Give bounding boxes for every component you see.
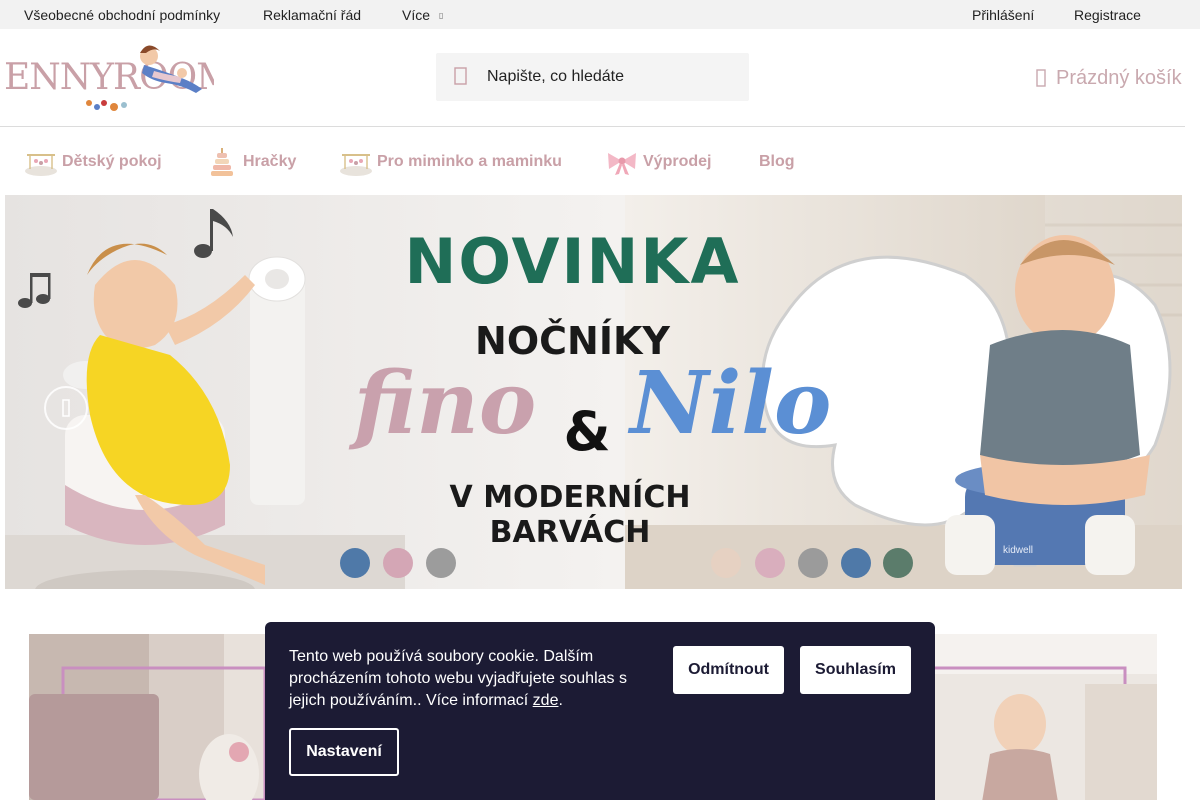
banner-headline: NOVINKA <box>404 225 741 298</box>
nav-label: Blog <box>759 153 795 170</box>
stacking-toy-icon <box>211 148 233 176</box>
nav-item-pro-miminko[interactable]: Pro miminko a maminku <box>339 147 562 177</box>
nav-item-vyprodej[interactable]: Výprodej <box>605 147 711 177</box>
main-nav: Dětský pokoj Hračky Pro miminko a mamink… <box>0 127 1185 195</box>
hero-banner[interactable]: NOVINKA NOČNÍKY fino & Nilo V MODERNÍCH … <box>5 195 1182 589</box>
cookie-more-info-link[interactable]: zde <box>533 692 559 709</box>
banner-name-nilo: Nilo <box>630 353 832 454</box>
more-menu[interactable]: Více ▯ <box>402 7 443 23</box>
color-dot <box>711 548 741 578</box>
brand-label: kidwell <box>1003 545 1034 556</box>
login-link[interactable]: Přihlášení <box>972 7 1034 23</box>
bow-icon <box>608 153 636 175</box>
cookie-decline-button[interactable]: Odmítnout <box>673 646 784 694</box>
color-dot <box>340 548 370 578</box>
promo-tile-right[interactable] <box>935 634 1157 800</box>
complaints-link[interactable]: Reklamační řád <box>263 7 361 23</box>
color-dot <box>383 548 413 578</box>
color-dot <box>883 548 913 578</box>
nav-item-blog[interactable]: Blog <box>759 147 795 177</box>
search-input[interactable] <box>487 53 737 101</box>
cookie-message: Tento web používá soubory cookie. Dalším… <box>289 646 649 712</box>
chevron-down-icon: ▯ <box>439 11 444 20</box>
cart-button[interactable]: Prázdný košík <box>1036 65 1182 91</box>
banner-ampersand: & <box>563 400 611 463</box>
carousel-next-button[interactable] <box>1136 386 1172 430</box>
promo-tile-left[interactable] <box>29 634 265 800</box>
color-dot <box>841 548 871 578</box>
cart-icon <box>1036 69 1046 87</box>
nav-label: Pro miminko a maminku <box>377 153 562 170</box>
cookie-text-end: . <box>558 692 563 709</box>
crib-mobile-icon <box>340 154 372 176</box>
nav-item-detsky-pokoj[interactable]: Dětský pokoj <box>24 147 162 177</box>
color-dot <box>426 548 456 578</box>
register-link[interactable]: Registrace <box>1074 7 1141 23</box>
banner-footer-line1: V MODERNÍCH <box>449 480 691 515</box>
search-icon[interactable] <box>454 67 468 85</box>
top-bar: Všeobecné obchodní podmínky Reklamační ř… <box>0 0 1200 29</box>
carousel-prev-button[interactable] <box>44 386 88 430</box>
crib-mobile-icon <box>25 154 57 176</box>
nav-label: Dětský pokoj <box>62 153 162 170</box>
nav-item-hracky[interactable]: Hračky <box>205 147 296 177</box>
cookie-consent-bar: Tento web používá soubory cookie. Dalším… <box>265 622 935 800</box>
chevron-left-icon <box>62 399 70 417</box>
cookie-text: Tento web používá soubory cookie. Dalším… <box>289 648 627 709</box>
color-dot <box>798 548 828 578</box>
cookie-accept-button[interactable]: Souhlasím <box>800 646 911 694</box>
search-box <box>436 53 749 101</box>
banner-footer-line2: BARVÁCH <box>489 515 651 550</box>
banner-name-fino: fino <box>353 353 537 454</box>
cookie-settings-button[interactable]: Nastavení <box>289 728 399 776</box>
terms-link[interactable]: Všeobecné obchodní podmínky <box>24 7 220 23</box>
nav-label: Výprodej <box>643 153 712 170</box>
more-menu-label: Více <box>402 7 431 23</box>
cart-label: Prázdný košík <box>1056 66 1182 89</box>
chevron-right-icon <box>1145 395 1162 421</box>
nav-label: Hračky <box>243 153 297 170</box>
color-dot <box>755 548 785 578</box>
header: ENNYROOM Prázdný košík <box>0 29 1185 127</box>
logo[interactable]: ENNYROOM <box>4 41 233 111</box>
